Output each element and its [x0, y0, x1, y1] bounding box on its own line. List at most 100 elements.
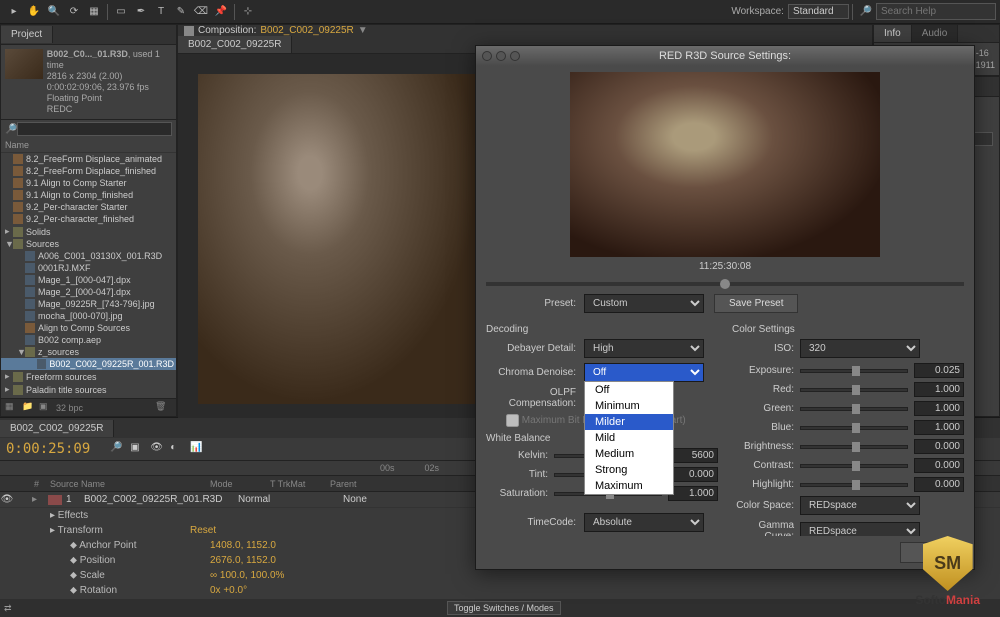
dropdown-option[interactable]: Strong	[585, 462, 673, 478]
green-input[interactable]	[914, 401, 964, 416]
chroma-denoise-menu[interactable]: OffMinimumMilderMildMediumStrongMaximum	[584, 381, 674, 495]
exposure-slider[interactable]	[800, 369, 908, 373]
comp-flow-icon[interactable]	[184, 26, 194, 36]
chroma-denoise-dropdown[interactable]: Off	[584, 363, 704, 382]
project-item[interactable]: Mage_2_[000-047].dpx	[1, 286, 176, 298]
selection-tool-icon[interactable]: ▸	[4, 2, 24, 22]
project-item[interactable]: 9.1 Align to Comp Starter	[1, 177, 176, 189]
comp-icon[interactable]: ▣	[39, 401, 53, 415]
project-item[interactable]: ▸Solids	[1, 225, 176, 238]
project-item[interactable]: A006_C001_03130X_001.R3D	[1, 250, 176, 262]
close-icon[interactable]	[482, 51, 492, 61]
scrub-slider[interactable]	[486, 282, 964, 286]
green-slider[interactable]	[800, 407, 908, 411]
dialog-titlebar[interactable]: RED R3D Source Settings:	[476, 46, 974, 66]
toggle-switches-icon[interactable]: ⇄	[4, 603, 12, 614]
axis-tool-icon[interactable]: ⊹	[238, 2, 258, 22]
comp-name[interactable]: B002_C002_09225R	[260, 25, 353, 36]
property-row[interactable]: ⬥ Rotation0x +0.0°	[0, 583, 1000, 598]
search-layer-icon[interactable]: 🔎	[110, 442, 124, 456]
project-item[interactable]: ▼z_sources	[1, 346, 176, 358]
contrast-slider[interactable]	[800, 464, 908, 468]
camera-tool-icon[interactable]: ▦	[84, 2, 104, 22]
project-item[interactable]: ▸Freeform sources	[1, 370, 176, 383]
project-item[interactable]: 9.2_Per-character Starter	[1, 201, 176, 213]
layer-name[interactable]: B002_C002_09225R_001.R3D	[78, 494, 238, 505]
kelvin-input[interactable]	[668, 448, 718, 463]
brush-tool-icon[interactable]: ✎	[171, 2, 191, 22]
folder-icon[interactable]: 📁	[22, 401, 36, 415]
timeline-tab[interactable]: B002_C002_09225R	[0, 420, 114, 437]
brightness-slider[interactable]	[800, 445, 908, 449]
brightness-input[interactable]	[914, 439, 964, 454]
iso-dropdown[interactable]: 320	[800, 339, 920, 358]
project-item[interactable]: B002_C002_09225R_001.R3D	[1, 358, 176, 370]
highlight-slider[interactable]	[800, 483, 908, 487]
preset-dropdown[interactable]: Custom	[584, 294, 704, 313]
project-search-input[interactable]	[17, 122, 172, 136]
dropdown-option[interactable]: Maximum	[585, 478, 673, 494]
project-item[interactable]: ▼Sources	[1, 238, 176, 250]
colorspace-dropdown[interactable]: REDspace	[800, 496, 920, 515]
audio-tab[interactable]: Audio	[912, 25, 959, 42]
red-slider[interactable]	[800, 388, 908, 392]
name-column-header[interactable]: Name	[1, 138, 176, 153]
comp-tab[interactable]: B002_C002_09225R	[178, 36, 292, 53]
project-item[interactable]: 8.2_FreeForm Displace_animated	[1, 153, 176, 165]
blue-input[interactable]	[914, 420, 964, 435]
col-trkmat[interactable]: T TrkMat	[270, 479, 330, 489]
red-input[interactable]	[914, 382, 964, 397]
gamma-dropdown[interactable]: REDspace	[800, 522, 920, 537]
timecode-dropdown[interactable]: Absolute	[584, 513, 704, 532]
info-tab[interactable]: Info	[874, 25, 912, 42]
pen-tool-icon[interactable]: ✒	[131, 2, 151, 22]
layer-color-swatch[interactable]	[48, 495, 62, 505]
project-item[interactable]: 9.1 Align to Comp_finished	[1, 189, 176, 201]
saturation-input[interactable]	[668, 486, 718, 501]
current-timecode[interactable]: 0:00:25:09	[6, 441, 90, 457]
pin-tool-icon[interactable]: 📌	[211, 2, 231, 22]
stamp-tool-icon[interactable]: ⌫	[191, 2, 211, 22]
dropdown-option[interactable]: Minimum	[585, 398, 673, 414]
rotate-tool-icon[interactable]: ⟳	[64, 2, 84, 22]
project-item[interactable]: B002 comp.aep	[1, 334, 176, 346]
graph-icon[interactable]: 📊	[190, 442, 204, 456]
save-preset-button[interactable]: Save Preset	[714, 294, 798, 313]
project-tab[interactable]: Project	[1, 26, 53, 43]
trash-icon[interactable]: 🗑	[155, 401, 169, 415]
col-source[interactable]: Source Name	[50, 479, 210, 489]
tint-input[interactable]	[668, 467, 718, 482]
project-item[interactable]: Mage_09225R_[743-796].jpg	[1, 298, 176, 310]
blue-slider[interactable]	[800, 426, 908, 430]
search-help-input[interactable]	[876, 3, 996, 20]
parent-dropdown[interactable]: None	[343, 494, 398, 505]
hand-tool-icon[interactable]: ✋	[24, 2, 44, 22]
debayer-dropdown[interactable]: High	[584, 339, 704, 358]
rect-tool-icon[interactable]: ▭	[111, 2, 131, 22]
project-item[interactable]: 9.2_Per-character_finished	[1, 213, 176, 225]
project-item[interactable]: 8.2_FreeForm Displace_finished	[1, 165, 176, 177]
shy-icon[interactable]: 👁	[150, 442, 164, 456]
dropdown-option[interactable]: Off	[585, 382, 673, 398]
zoom-tool-icon[interactable]: 🔍	[44, 2, 64, 22]
minimize-icon[interactable]	[496, 51, 506, 61]
project-item[interactable]: ▸Paladin title sources	[1, 383, 176, 396]
blend-mode-dropdown[interactable]: Normal	[238, 494, 293, 505]
comp-mini-icon[interactable]: ▣	[130, 442, 144, 456]
maxbit-checkbox[interactable]	[506, 414, 519, 427]
project-item[interactable]: 0001RJ.MXF	[1, 262, 176, 274]
col-mode[interactable]: Mode	[210, 479, 270, 489]
project-item[interactable]: mocha_[000-070].jpg	[1, 310, 176, 322]
workspace-dropdown[interactable]: Standard	[788, 4, 849, 19]
bpc-toggle[interactable]: 32 bpc	[56, 403, 83, 413]
visibility-icon[interactable]: 👁	[0, 494, 14, 505]
contrast-input[interactable]	[914, 458, 964, 473]
dropdown-option[interactable]: Mild	[585, 430, 673, 446]
blur-icon[interactable]: ◐	[170, 442, 184, 456]
interpret-icon[interactable]: ▦	[5, 401, 19, 415]
text-tool-icon[interactable]: T	[151, 2, 171, 22]
highlight-input[interactable]	[914, 477, 964, 492]
project-tree[interactable]: 8.2_FreeForm Displace_animated8.2_FreeFo…	[1, 153, 176, 398]
toggle-switches-button[interactable]: Toggle Switches / Modes	[447, 601, 561, 615]
exposure-input[interactable]	[914, 363, 964, 378]
